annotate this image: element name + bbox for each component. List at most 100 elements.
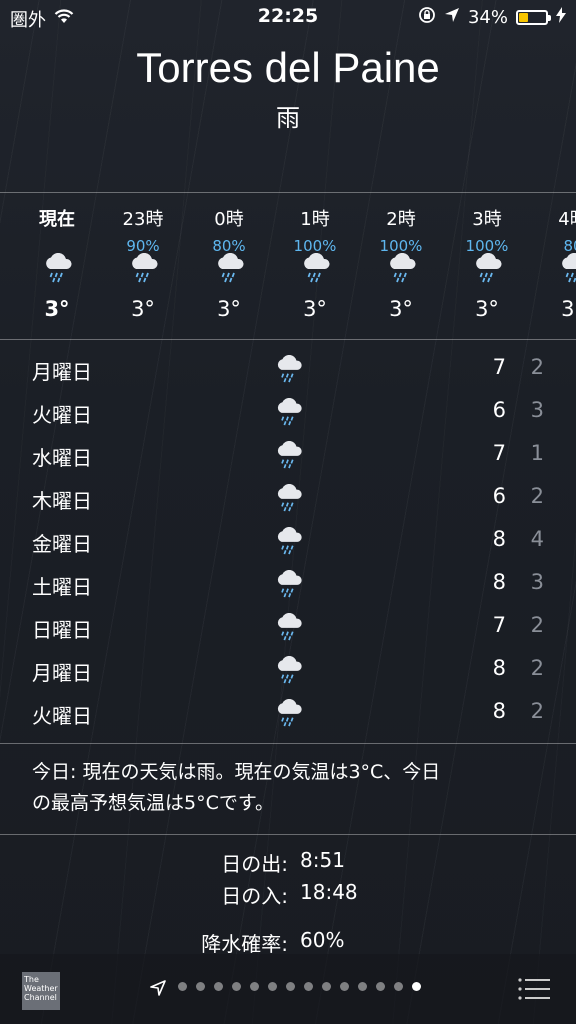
hour-temp: 3°	[44, 297, 70, 321]
hour-temp: 3°	[389, 297, 413, 321]
rain-cloud-icon	[300, 252, 332, 283]
daily-row: 月曜日 7 2	[0, 347, 576, 390]
page-dot[interactable]	[178, 982, 187, 991]
page-indicator[interactable]	[178, 982, 421, 991]
daily-row: 金曜日 8 4	[0, 519, 576, 562]
divider-daily	[0, 743, 576, 744]
page-dot[interactable]	[412, 982, 421, 991]
orientation-lock-icon	[418, 6, 436, 29]
daily-row: 日曜日 7 2	[0, 605, 576, 648]
high-temp: 7	[492, 441, 506, 465]
low-temp: 2	[530, 613, 544, 637]
city-list-icon[interactable]	[518, 978, 550, 1000]
hour-temp: 3°	[303, 297, 327, 321]
hour-label: 2時	[386, 209, 416, 230]
day-name: 金曜日	[32, 532, 92, 556]
divider-summary	[0, 834, 576, 835]
page-dot[interactable]	[196, 982, 205, 991]
hour-label: 現在	[39, 209, 75, 230]
low-temp: 2	[530, 699, 544, 723]
rain-cloud-icon	[214, 252, 246, 283]
sunrise-row: 日の出: 8:51	[0, 848, 576, 880]
logo-line-2: Weather	[24, 984, 58, 993]
rain-cloud-icon	[386, 252, 418, 283]
high-temp: 8	[492, 699, 506, 723]
sunrise-label: 日の出:	[221, 852, 288, 876]
weather-channel-logo[interactable]: The Weather Channel	[22, 972, 60, 1010]
high-temp: 8	[492, 527, 506, 551]
low-temp: 4	[530, 527, 544, 551]
day-name: 木曜日	[32, 489, 92, 513]
page-dot[interactable]	[358, 982, 367, 991]
hour-label: 23時	[122, 209, 164, 230]
sunset-value: 18:48	[300, 880, 358, 904]
page-dot[interactable]	[394, 982, 403, 991]
daily-row: 土曜日 8 3	[0, 562, 576, 605]
current-condition: 雨	[276, 104, 300, 132]
rain-cloud-icon	[274, 440, 304, 469]
rain-cloud-icon	[128, 252, 160, 283]
daily-row: 水曜日 7 1	[0, 433, 576, 476]
rain-cloud-icon	[274, 354, 304, 383]
daily-row: 月曜日 8 2	[0, 648, 576, 691]
hour-label: 3時	[472, 209, 502, 230]
rain-cloud-icon	[274, 483, 304, 512]
rain-cloud-icon	[558, 252, 576, 283]
rain-cloud-icon	[274, 612, 304, 641]
status-bar: 圏外 22:25 34%	[0, 0, 576, 34]
hour-label: 0時	[214, 209, 244, 230]
rain-cloud-icon	[274, 526, 304, 555]
precip-value: 60%	[300, 928, 345, 952]
hour-label: 1時	[300, 209, 330, 230]
daily-row: 木曜日 6 2	[0, 476, 576, 519]
page-dot[interactable]	[286, 982, 295, 991]
day-name: 月曜日	[32, 661, 92, 685]
day-name: 月曜日	[32, 360, 92, 384]
hourly-forecast[interactable]: 現在 3° 23時 90% 3° 0時 80% 3° 1時 100% 3° 2時 100% 3° 3時 100…	[0, 193, 576, 339]
low-temp: 2	[530, 484, 544, 508]
location-title: Torres del Paine	[136, 44, 440, 91]
high-temp: 7	[492, 613, 506, 637]
day-name: 火曜日	[32, 704, 92, 728]
high-temp: 8	[492, 570, 506, 594]
sunset-row: 日の入: 18:48	[0, 880, 576, 912]
day-name: 水曜日	[32, 446, 92, 470]
rain-cloud-icon	[42, 252, 74, 283]
low-temp: 2	[530, 355, 544, 379]
day-name: 火曜日	[32, 403, 92, 427]
charging-bolt-icon	[556, 7, 566, 28]
daily-row: 火曜日 6 3	[0, 390, 576, 433]
low-temp: 1	[530, 441, 544, 465]
page-dot[interactable]	[268, 982, 277, 991]
page-dot[interactable]	[250, 982, 259, 991]
logo-line-3: Channel	[24, 993, 57, 1002]
hour-temp: 3°	[131, 297, 155, 321]
hour-label: 4時	[558, 209, 576, 230]
rain-cloud-icon	[274, 655, 304, 684]
rain-cloud-icon	[472, 252, 504, 283]
summary-line-2: の最高予想気温は5°Cです。	[32, 792, 274, 814]
battery-icon	[516, 10, 551, 25]
hour-temp: 3°	[475, 297, 499, 321]
status-right: 34%	[418, 6, 566, 29]
daily-row: 火曜日 8 2	[0, 691, 576, 734]
page-dot[interactable]	[340, 982, 349, 991]
page-dot[interactable]	[232, 982, 241, 991]
day-name: 日曜日	[32, 618, 92, 642]
page-dot[interactable]	[322, 982, 331, 991]
bottom-toolbar: The Weather Channel	[0, 954, 576, 1024]
logo-line-1: The	[24, 975, 39, 984]
hour-temp: 3°	[561, 297, 576, 321]
high-temp: 6	[492, 398, 506, 422]
day-name: 土曜日	[32, 575, 92, 599]
sunset-label: 日の入:	[221, 884, 288, 908]
rain-cloud-icon	[274, 698, 304, 727]
battery-level-fill	[519, 13, 528, 22]
weather-summary: 今日: 現在の天気は雨。現在の気温は3°C、今日 の最高予想気温は5°Cです。	[32, 757, 552, 819]
precip-label: 降水確率:	[201, 932, 288, 956]
page-dot[interactable]	[376, 982, 385, 991]
page-dot[interactable]	[304, 982, 313, 991]
divider-hourly	[0, 339, 576, 340]
high-temp: 7	[492, 355, 506, 379]
page-dot[interactable]	[214, 982, 223, 991]
